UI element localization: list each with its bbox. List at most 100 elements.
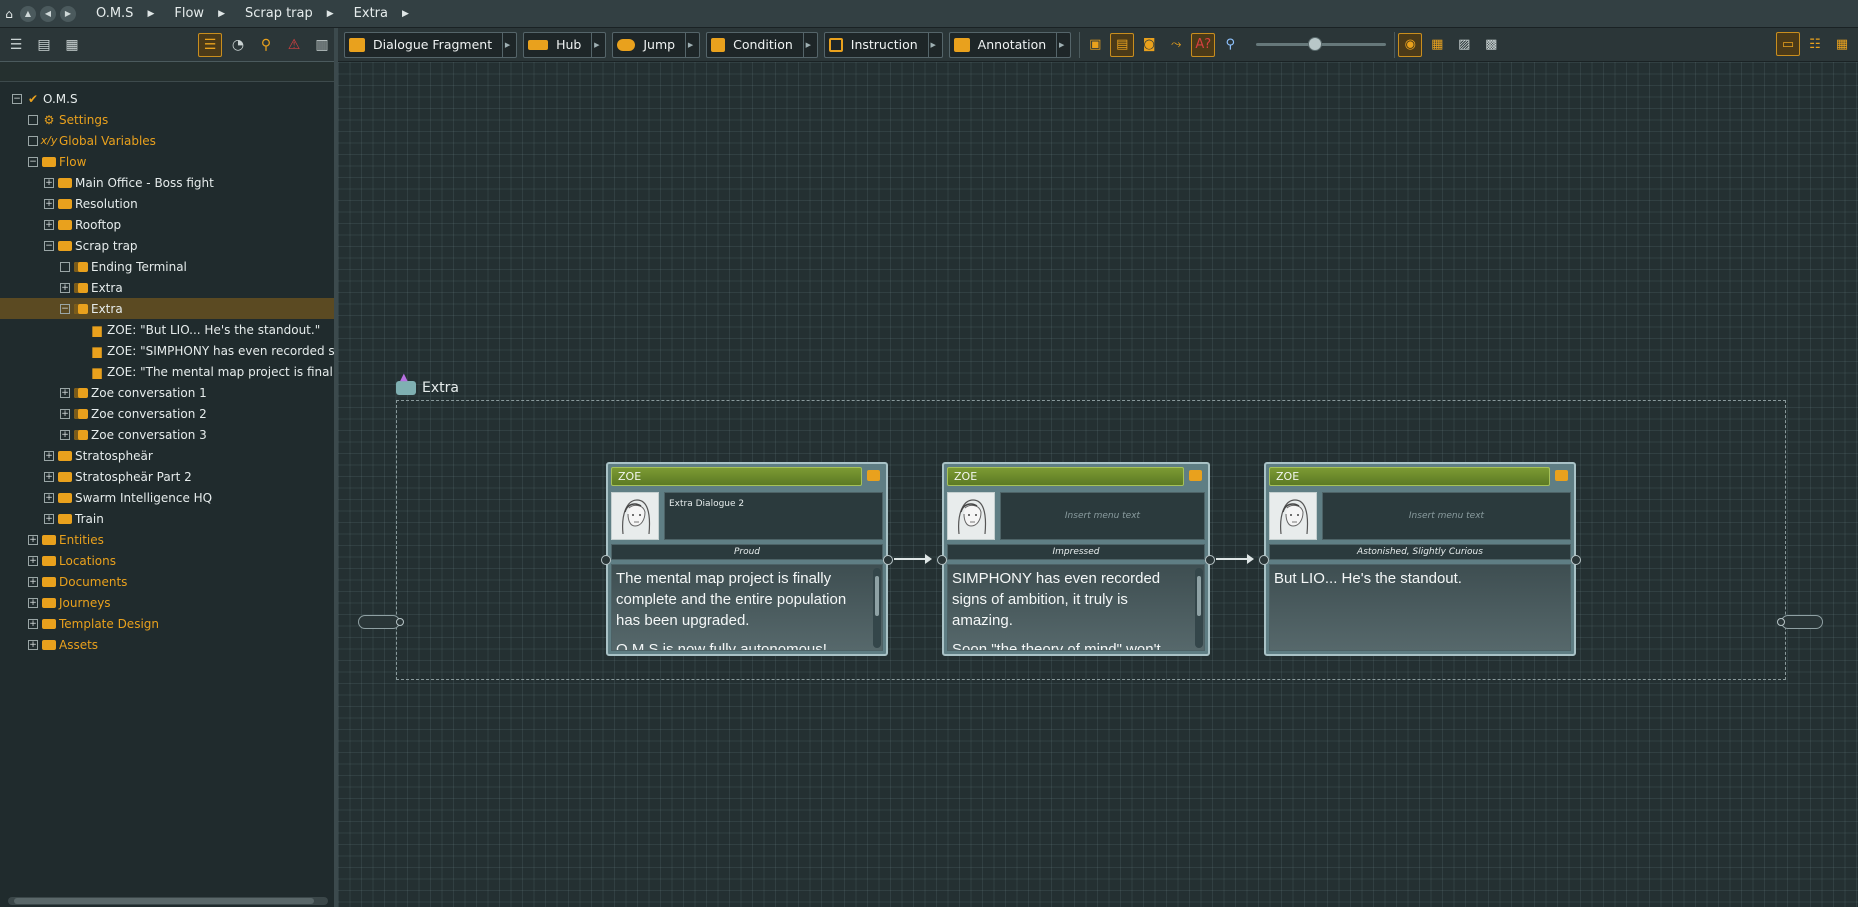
node-output-pin[interactable] — [883, 555, 893, 565]
breadcrumb-separator-icon[interactable]: ▶ — [327, 9, 334, 19]
collapse-icon[interactable]: − — [12, 93, 22, 104]
tree-item[interactable]: + Resolution — [0, 193, 334, 214]
dialogue-fragment-button[interactable]: Dialogue Fragment ▶ — [344, 31, 518, 58]
flow-container-header[interactable]: Extra — [396, 372, 459, 396]
flow-canvas[interactable]: Extra ZOE Extra Dialogue 2 Proud The mental… — [338, 62, 1858, 907]
expand-icon[interactable]: + — [28, 639, 38, 650]
jump-button[interactable]: Jump ▶ — [612, 31, 701, 58]
stage-directions-field[interactable]: Proud — [611, 544, 883, 560]
tree-item[interactable]: + Zoe conversation 1 — [0, 382, 334, 403]
tree-item[interactable]: + Main Office - Boss fight — [0, 172, 334, 193]
dialogue-text-field[interactable]: SIMPHONY has even recorded signs of ambi… — [947, 564, 1205, 651]
tree-item[interactable]: ⚙ Settings — [0, 109, 334, 130]
expand-icon[interactable]: + — [60, 387, 70, 398]
chevron-right-icon[interactable]: ▶ — [802, 32, 813, 57]
calculator-tab-icon[interactable]: ▥ — [310, 33, 334, 57]
instruction-button[interactable]: Instruction ▶ — [823, 31, 943, 58]
tree-item[interactable]: Ending Terminal — [0, 256, 334, 277]
chevron-right-icon[interactable]: ▶ — [1056, 32, 1066, 57]
condition-button[interactable]: Condition ▶ — [706, 31, 818, 58]
zoom-icon[interactable]: ⚲ — [1218, 33, 1242, 57]
tree-item[interactable]: + Assets — [0, 634, 334, 655]
tree-item[interactable]: − ✔ O.M.S — [0, 88, 334, 109]
tree-item[interactable]: + Journeys — [0, 592, 334, 613]
tree-item[interactable]: − Scrap trap — [0, 235, 334, 256]
expand-icon[interactable]: + — [60, 282, 70, 293]
chevron-right-icon[interactable]: ▶ — [927, 32, 938, 57]
history-tab-icon[interactable]: ◔ — [226, 33, 250, 57]
node-input-pin[interactable] — [601, 555, 611, 565]
expand-icon[interactable]: + — [60, 408, 70, 419]
breadcrumb-separator-icon[interactable]: ▶ — [218, 9, 225, 19]
collapse-icon[interactable]: − — [60, 303, 70, 314]
breadcrumb-item[interactable]: Scrap trap ▶ — [245, 6, 334, 21]
expand-icon[interactable]: + — [28, 618, 38, 629]
tree-item[interactable]: + Stratospheär Part 2 — [0, 466, 334, 487]
export-image-icon[interactable]: ▨ — [1452, 33, 1476, 57]
forward-button[interactable]: ▶ — [60, 5, 76, 22]
dialogue-fragment-node[interactable]: ZOE Insert menu text Astonished, Slightly … — [1259, 462, 1581, 656]
expand-icon[interactable]: + — [28, 534, 38, 545]
tree-item[interactable]: − Extra — [0, 298, 334, 319]
node-input-pin[interactable] — [1259, 555, 1269, 565]
expand-icon[interactable]: + — [44, 450, 54, 461]
expand-icon[interactable]: + — [44, 513, 54, 524]
tree-node-box-icon[interactable] — [28, 135, 38, 146]
annotation-button[interactable]: Annotation ▶ — [948, 31, 1072, 58]
text-scrollbar[interactable] — [873, 568, 881, 648]
expand-icon[interactable]: + — [44, 219, 54, 230]
display-mode-icon[interactable]: ▤ — [1110, 32, 1135, 57]
speaker-header[interactable]: ZOE — [1269, 467, 1550, 486]
grid-icon[interactable]: ▦ — [1425, 33, 1449, 57]
tree-node-box-icon[interactable] — [28, 114, 38, 125]
breadcrumb-item[interactable]: O.M.S ▶ — [96, 6, 154, 21]
node-output-pin[interactable] — [1205, 555, 1215, 565]
tree-item[interactable]: + Template Design — [0, 613, 334, 634]
list-view-icon[interactable]: ☷ — [1803, 32, 1827, 56]
speaker-portrait[interactable] — [611, 492, 659, 540]
preview-icon[interactable]: ◙ — [1137, 33, 1161, 57]
collapse-icon[interactable]: − — [28, 156, 38, 167]
dialogue-fragment-node[interactable]: ZOE Insert menu text Impressed SIMPHONY has… — [937, 462, 1215, 656]
tile-view-icon[interactable]: ▦ — [1830, 32, 1854, 56]
dialogue-text-field[interactable]: But LIO... He's the standout. — [1269, 564, 1571, 651]
chevron-right-icon[interactable]: ▶ — [502, 32, 512, 57]
tree-item[interactable]: + Extra — [0, 277, 334, 298]
connection-arrow[interactable] — [894, 554, 932, 564]
menu-text-field[interactable]: Insert menu text — [1322, 492, 1571, 540]
up-button[interactable]: ▲ — [20, 5, 36, 22]
tree-item[interactable]: + Locations — [0, 550, 334, 571]
pin-dot[interactable] — [1777, 618, 1785, 626]
pin-dot[interactable] — [396, 618, 404, 626]
dialogue-fragment-node[interactable]: ZOE Extra Dialogue 2 Proud The mental map p… — [601, 462, 893, 656]
menu-text-field[interactable]: Extra Dialogue 2 — [664, 492, 883, 540]
speaker-portrait[interactable] — [1269, 492, 1317, 540]
export-xps-icon[interactable]: ▩ — [1479, 33, 1503, 57]
expand-icon[interactable]: + — [28, 576, 38, 587]
hierarchy-view-icon[interactable]: ▦ — [60, 33, 84, 57]
expand-icon[interactable]: + — [44, 177, 54, 188]
back-button[interactable]: ◀ — [40, 5, 56, 22]
scrollbar-thumb[interactable] — [875, 576, 879, 616]
breadcrumb-item[interactable]: Extra ▶ — [354, 6, 409, 21]
tree-item[interactable]: + Train — [0, 508, 334, 529]
connection-icon[interactable]: ⤳ — [1164, 33, 1188, 57]
scrollbar-thumb[interactable] — [14, 898, 314, 904]
flow-view-icon[interactable]: ▭ — [1776, 32, 1800, 56]
expand-icon[interactable]: + — [28, 555, 38, 566]
zoom-slider-knob[interactable] — [1308, 37, 1323, 51]
tree-item[interactable]: + Documents — [0, 571, 334, 592]
text-scrollbar[interactable] — [1195, 568, 1203, 648]
stage-directions-field[interactable]: Astonished, Slightly Curious — [1269, 544, 1571, 560]
tree-item[interactable]: + Entities — [0, 529, 334, 550]
menu-text-field[interactable]: Insert menu text — [1000, 492, 1205, 540]
chevron-right-icon[interactable]: ▶ — [685, 32, 695, 57]
collapse-icon[interactable]: − — [44, 240, 54, 251]
expand-icon[interactable]: + — [28, 597, 38, 608]
container-output-pin[interactable] — [1777, 615, 1823, 629]
expand-icon[interactable]: + — [44, 492, 54, 503]
container-input-pin[interactable] — [358, 615, 404, 629]
connection-arrow[interactable] — [1216, 554, 1254, 564]
scrollbar-thumb[interactable] — [1197, 576, 1201, 616]
navigator-tab-icon[interactable]: ☰ — [198, 32, 222, 57]
